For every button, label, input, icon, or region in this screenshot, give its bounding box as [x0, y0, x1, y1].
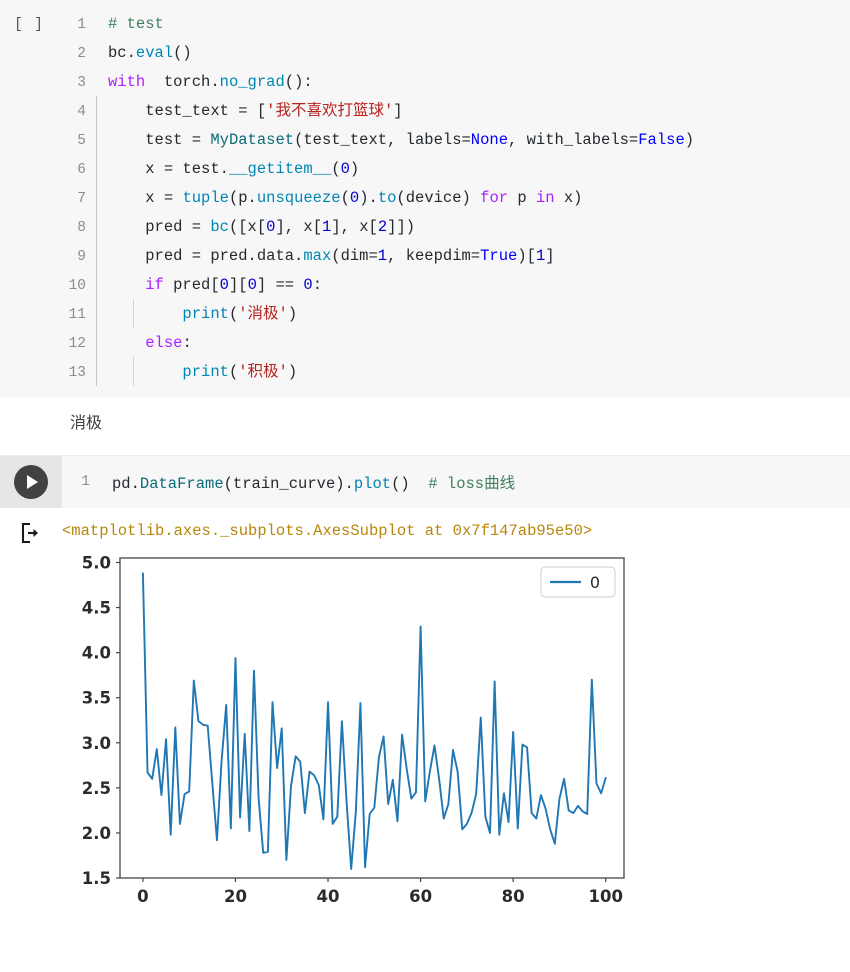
svg-text:60: 60	[409, 887, 432, 906]
cell-2-line-number: 1	[81, 474, 90, 490]
svg-text:80: 80	[502, 887, 525, 906]
code-text: print('消极')	[86, 299, 297, 329]
code-text: with torch.no_grad():	[108, 73, 313, 91]
line-number: 7	[77, 191, 86, 207]
code-line: 9 pred = pred.data.max(dim=1, keepdim=Tr…	[52, 241, 850, 271]
line-number: 1	[77, 17, 86, 33]
line-number: 12	[68, 336, 86, 352]
svg-text:40: 40	[317, 887, 340, 906]
code-line: 6 x = test.__getitem__(0)	[52, 154, 850, 184]
line-number: 9	[77, 249, 86, 265]
cell-1-stdout: 消极	[0, 397, 850, 455]
code-cell-2[interactable]: 1 pd.DataFrame(train_curve).plot() # los…	[0, 455, 850, 508]
code-cell-1[interactable]: [ ] 1 # test 2 bc.eval() 3 with torch.no_grad…	[0, 0, 850, 397]
code-text: x = tuple(p.unsqueeze(0).to(device) for …	[86, 183, 582, 213]
output-body: <matplotlib.axes._subplots.AxesSubplot a…	[62, 518, 850, 920]
code-line: 4 test_text = ['我不喜欢打篮球']	[52, 96, 850, 126]
svg-text:0: 0	[590, 573, 600, 592]
line-number: 2	[77, 46, 86, 62]
cell-1-prompt[interactable]: [ ]	[0, 10, 52, 39]
code-text: if pred[0][0] == 0:	[86, 270, 322, 300]
line-number: 5	[77, 133, 86, 149]
svg-text:0: 0	[137, 887, 148, 906]
code-line: 5 test = MyDataset(test_text, labels=Non…	[52, 125, 850, 155]
svg-text:20: 20	[224, 887, 247, 906]
code-line: 3 with torch.no_grad():	[52, 68, 850, 97]
code-text: # test	[108, 15, 164, 33]
svg-text:4.0: 4.0	[82, 644, 111, 663]
code-text: x = test.__getitem__(0)	[86, 154, 359, 184]
code-text: print('积极')	[86, 357, 297, 387]
svg-text:2.0: 2.0	[82, 824, 111, 843]
code-line: 13 print('积极')	[52, 357, 850, 387]
line-number: 10	[68, 278, 86, 294]
svg-text:1.5: 1.5	[82, 869, 111, 888]
line-number: 13	[68, 365, 86, 381]
line-number: 8	[77, 220, 86, 236]
line-number: 11	[68, 307, 86, 323]
code-line: 2 bc.eval()	[52, 39, 850, 68]
axes-repr-text: <matplotlib.axes._subplots.AxesSubplot a…	[62, 522, 593, 540]
code-line: 12 else:	[52, 328, 850, 358]
cell-2-code-area[interactable]: 1 pd.DataFrame(train_curve).plot() # los…	[62, 456, 850, 508]
output-arrow-icon	[20, 522, 42, 544]
cell-2-run-gutter[interactable]	[0, 456, 62, 508]
svg-text:2.5: 2.5	[82, 779, 111, 798]
code-text: pred = pred.data.max(dim=1, keepdim=True…	[86, 241, 555, 271]
svg-text:4.5: 4.5	[82, 599, 111, 618]
play-icon	[27, 475, 38, 489]
cell-2-output: <matplotlib.axes._subplots.AxesSubplot a…	[0, 508, 850, 920]
loss-curve-svg: 1.5 2.0 2.5 3.0 3.5 4.0 4.5 5.0 0 20 40 60 80 100 0	[62, 550, 637, 920]
line-number: 3	[77, 75, 86, 91]
output-gutter	[0, 518, 62, 544]
code-line: 1 # test	[52, 10, 850, 39]
code-text: pred = bc([x[0], x[1], x[2]])	[86, 212, 415, 242]
code-text: else:	[86, 328, 192, 358]
line-number: 4	[77, 104, 86, 120]
code-text: bc.eval()	[108, 44, 192, 62]
svg-text:3.0: 3.0	[82, 734, 111, 753]
svg-text:3.5: 3.5	[82, 689, 111, 708]
code-text: test_text = ['我不喜欢打篮球']	[86, 96, 403, 126]
code-line: 11 print('消极')	[52, 299, 850, 329]
run-cell-button[interactable]	[14, 465, 48, 499]
svg-text:5.0: 5.0	[82, 554, 111, 573]
loss-curve-chart: 1.5 2.0 2.5 3.0 3.5 4.0 4.5 5.0 0 20 40 60 80 100 0	[62, 550, 637, 920]
code-line: 10 if pred[0][0] == 0:	[52, 270, 850, 300]
code-text: test = MyDataset(test_text, labels=None,…	[86, 125, 694, 155]
code-line: 8 pred = bc([x[0], x[1], x[2]])	[52, 212, 850, 242]
cell-1-code-area[interactable]: 1 # test 2 bc.eval() 3 with torch.no_grad(): 4…	[52, 10, 850, 387]
line-number: 6	[77, 162, 86, 178]
code-line: 7 x = tuple(p.unsqueeze(0).to(device) fo…	[52, 183, 850, 213]
cell-2-code-text: pd.DataFrame(train_curve).plot() # loss曲…	[112, 475, 516, 493]
svg-text:100: 100	[588, 887, 622, 906]
